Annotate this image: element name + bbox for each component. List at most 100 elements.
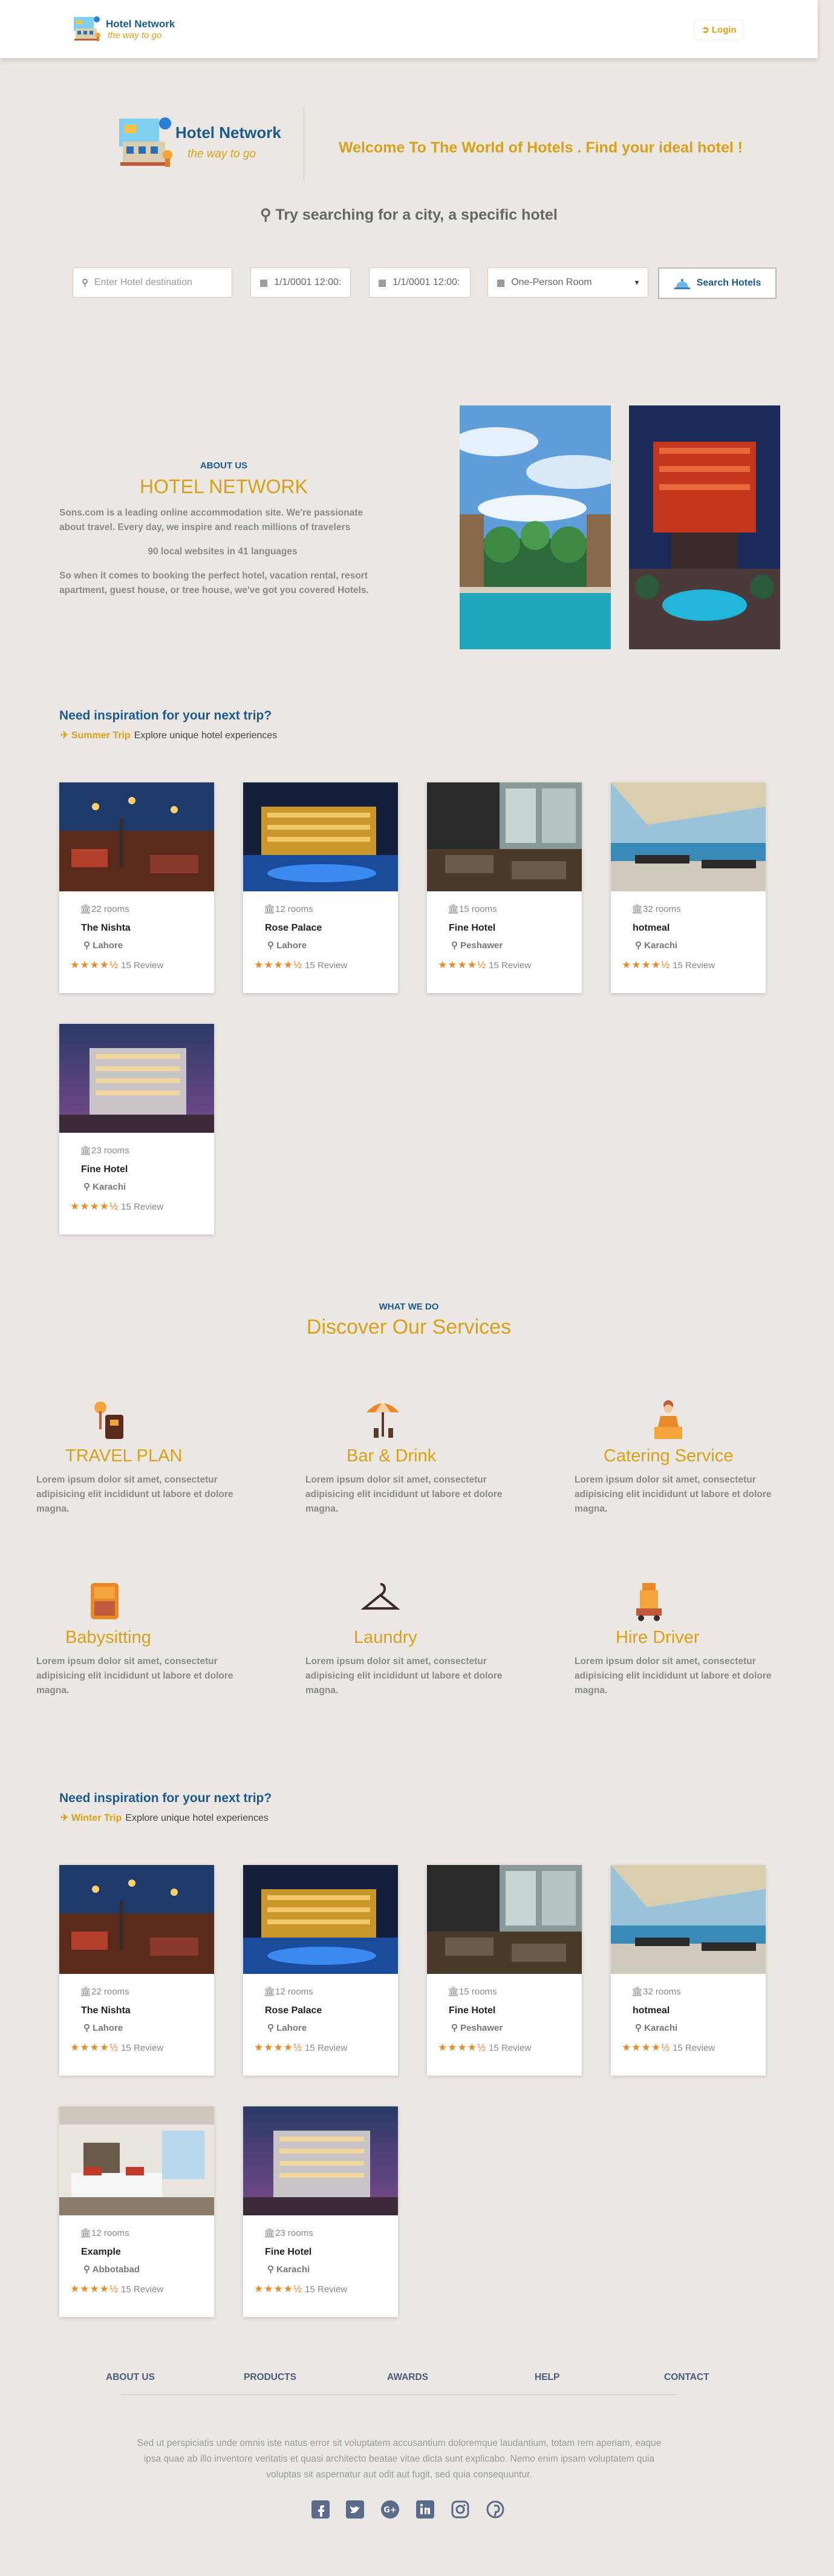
rooms-count: 🏛23 rooms [264, 2228, 313, 2238]
bar-drink-icon [367, 1401, 399, 1438]
about-photo-pool-resort [460, 405, 611, 649]
map-marker-icon: ⚲ [267, 940, 274, 951]
search-icon: ⚲ [260, 206, 272, 223]
map-marker-icon: ⚲ [83, 2023, 90, 2033]
hotel-rating: ★★★★½ 15 Review [70, 2042, 164, 2053]
hotel-rating: ★★★★½ 15 Review [622, 2042, 715, 2053]
service-title: Laundry [354, 1628, 417, 1647]
hotel-name[interactable]: hotmeal [633, 923, 669, 934]
linkedin-icon[interactable] [416, 2500, 434, 2519]
twitter-icon[interactable] [346, 2500, 364, 2519]
hotel-photo [243, 2106, 398, 2215]
building-icon: 🏛 [264, 904, 276, 914]
winter-trip-tag: Winter Trip [71, 1813, 122, 1823]
destination-input[interactable]: ⚲ Enter Hotel destination [73, 267, 232, 298]
rooms-count: 🏛12 rooms [80, 2228, 129, 2238]
star-rating-icon: ★★★★½ [438, 959, 487, 971]
hotel-card[interactable]: 🏛23 rooms Fine Hotel ⚲ Karachi ★★★★½ 15 R… [243, 2106, 398, 2317]
hotel-name[interactable]: Rose Palace [265, 2005, 322, 2016]
hotel-photo [611, 782, 766, 891]
welcome-heading: Welcome To The World of Hotels . Find yo… [339, 139, 743, 156]
service-title: Hire Driver [616, 1628, 700, 1647]
hotel-city: ⚲ Peshawer [451, 940, 503, 951]
service-text: Lorem ipsum dolor sit amet, consectetur … [305, 1656, 503, 1696]
hero-tagline: the way to go [187, 148, 256, 160]
search-hotels-button[interactable]: Search Hotels [658, 267, 777, 299]
checkin-value: 1/1/0001 12:00: [274, 277, 342, 287]
checkout-date-input[interactable]: ▦ 1/1/0001 12:00: [369, 267, 471, 298]
map-marker-icon: ⚲ [83, 2264, 90, 2275]
footer-divider [121, 2394, 677, 2395]
hotel-name[interactable]: Fine Hotel [449, 2005, 495, 2016]
building-icon: 🏛 [631, 904, 643, 914]
hotel-name[interactable]: Example [81, 2247, 121, 2258]
hotel-city: ⚲ Peshawer [451, 2023, 503, 2033]
instagram-icon[interactable] [451, 2500, 469, 2519]
hotel-city: ⚲ Karachi [83, 1182, 126, 1192]
hotel-name[interactable]: Fine Hotel [265, 2247, 311, 2258]
footer-link-about-us[interactable]: ABOUT US [106, 2372, 155, 2383]
footer-link-contact[interactable]: CONTACT [664, 2372, 709, 2383]
map-marker-icon: ⚲ [83, 1182, 90, 1192]
hotel-card[interactable]: 🏛12 rooms Rose Palace ⚲ Lahore ★★★★½ 15 R… [243, 782, 398, 993]
hotel-name[interactable]: hotmeal [633, 2005, 669, 2016]
laundry-hanger-icon [360, 1583, 400, 1610]
hotel-name[interactable]: The Nishta [81, 2005, 131, 2016]
hotel-card[interactable]: 🏛12 rooms Example ⚲ Abbotabad ★★★★½ 15 Re… [59, 2106, 214, 2317]
star-rating-icon: ★★★★½ [438, 2042, 487, 2053]
hotel-network-logo[interactable] [73, 16, 102, 42]
footer-link-awards[interactable]: AWARDS [387, 2372, 428, 2383]
nav-brand-tagline: the way to go [108, 30, 162, 41]
pinterest-icon[interactable] [486, 2500, 504, 2519]
building-icon: 🏛 [264, 2228, 276, 2238]
facebook-icon[interactable] [311, 2500, 330, 2519]
login-button[interactable]: ➲ Login [694, 19, 744, 40]
hotel-card[interactable]: 🏛32 rooms hotmeal ⚲ Karachi ★★★★½ 15 Revi… [611, 782, 766, 993]
hotel-name[interactable]: Fine Hotel [449, 923, 495, 934]
nav-brand-name[interactable]: Hotel Network [106, 18, 175, 30]
hotel-card[interactable]: 🏛23 rooms Fine Hotel ⚲ Karachi ★★★★½ 15 R… [59, 1024, 214, 1234]
hotel-name[interactable]: Rose Palace [265, 923, 322, 934]
map-marker-icon: ⚲ [451, 940, 458, 951]
footer-link-products[interactable]: PRODUCTS [244, 2372, 296, 2383]
map-marker-icon: ⚲ [267, 2023, 274, 2033]
star-rating-icon: ★★★★½ [254, 2283, 303, 2295]
building-icon: 🏛 [80, 1145, 92, 1156]
rooms-count: 🏛22 rooms [80, 904, 129, 914]
hotel-card[interactable]: 🏛22 rooms The Nishta ⚲ Lahore ★★★★½ 15 Re… [59, 782, 214, 993]
room-type-select[interactable]: ▩ One-Person Room ▼ [487, 267, 648, 298]
sign-in-icon: ➲ [702, 25, 709, 35]
hotel-photo [243, 782, 398, 891]
map-marker-icon: ⚲ [635, 940, 642, 951]
google-plus-icon[interactable]: G+ [381, 2500, 399, 2519]
catering-service-icon [654, 1400, 682, 1439]
hotel-card[interactable]: 🏛32 rooms hotmeal ⚲ Karachi ★★★★½ 15 Revi… [611, 1865, 766, 2076]
building-icon: 🏛 [80, 1987, 92, 1997]
star-rating-icon: ★★★★½ [70, 2283, 119, 2295]
hotel-city: ⚲ Lahore [83, 2023, 123, 2033]
hotel-name[interactable]: Fine Hotel [81, 1164, 128, 1175]
room-type-value: One-Person Room [511, 277, 592, 287]
checkin-date-input[interactable]: ▦ 1/1/0001 12:00: [250, 267, 351, 298]
footer-link-help[interactable]: HELP [535, 2372, 559, 2383]
hotel-card[interactable]: 🏛15 rooms Fine Hotel ⚲ Peshawer ★★★★½ 15 … [427, 1865, 582, 2076]
winter-section-subtitle: ✈ Winter Trip Explore unique hotel experi… [60, 1812, 269, 1824]
rooms-count: 🏛32 rooms [631, 1987, 681, 1997]
building-icon: 🏛 [80, 904, 92, 914]
checkout-value: 1/1/0001 12:00: [393, 277, 460, 287]
hotel-photo [243, 1865, 398, 1974]
star-rating-icon: ★★★★½ [622, 959, 671, 971]
hotel-card[interactable]: 🏛15 rooms Fine Hotel ⚲ Peshawer ★★★★½ 15 … [427, 782, 582, 993]
hotel-card[interactable]: 🏛12 rooms Rose Palace ⚲ Lahore ★★★★½ 15 R… [243, 1865, 398, 2076]
about-label: ABOUT US [200, 460, 248, 471]
chevron-down-icon: ▼ [633, 278, 640, 287]
rooms-count: 🏛32 rooms [631, 904, 681, 914]
hotel-card[interactable]: 🏛22 rooms The Nishta ⚲ Lahore ★★★★½ 15 Re… [59, 1865, 214, 2076]
star-rating-icon: ★★★★½ [70, 1201, 119, 1212]
hotel-name[interactable]: The Nishta [81, 923, 131, 934]
service-text: Lorem ipsum dolor sit amet, consectetur … [305, 1475, 503, 1514]
winter-section-title: Need inspiration for your next trip? [59, 1791, 272, 1805]
star-rating-icon: ★★★★½ [254, 2042, 303, 2053]
hotel-photo [59, 782, 214, 891]
rooms-count: 🏛12 rooms [264, 904, 313, 914]
